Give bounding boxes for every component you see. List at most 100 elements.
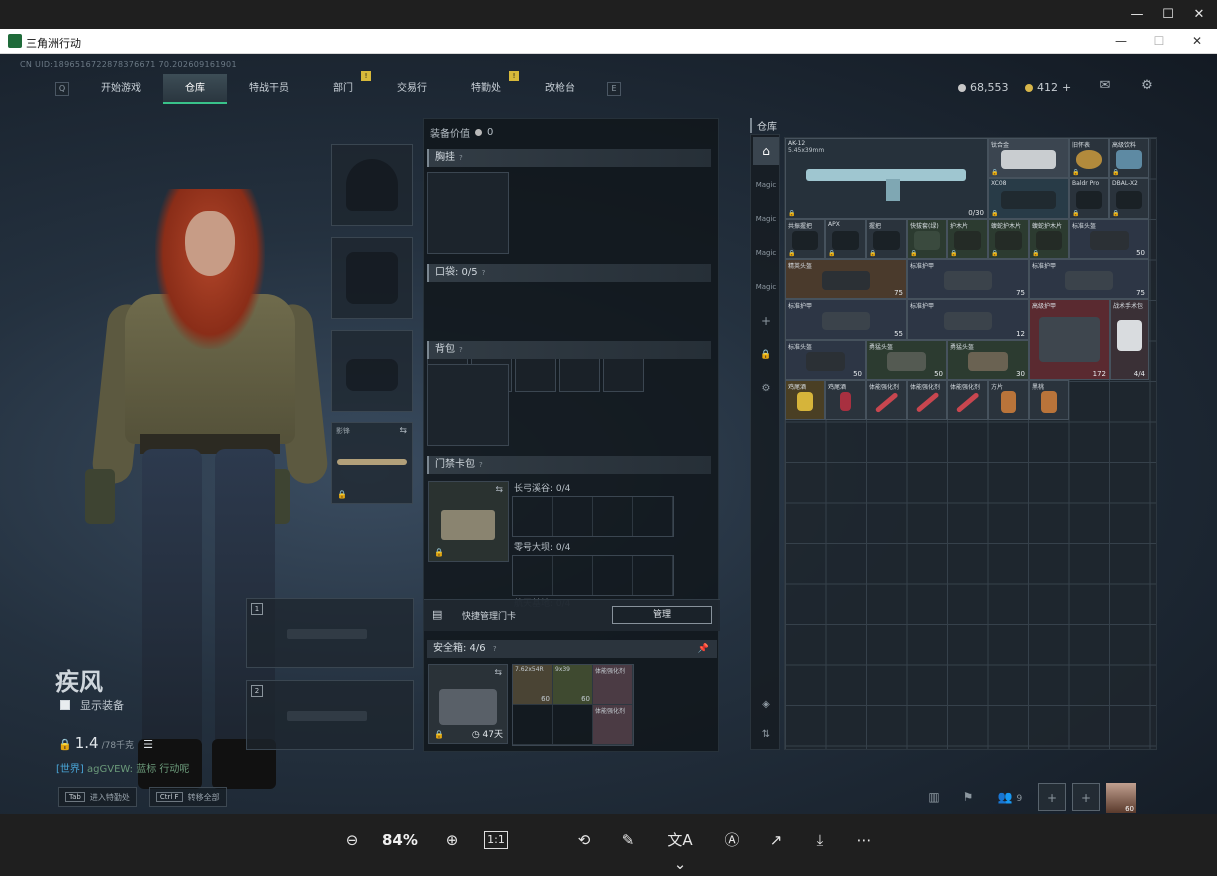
ammo-item[interactable]: 9x39 60 [553,665,593,705]
attachment-item[interactable]: 快拔套(绿) 🔒 [907,219,947,259]
armor-item[interactable]: 标准护甲 75 [1029,259,1149,299]
sort-icon[interactable]: ⇅ [753,721,779,749]
text-scan-icon[interactable]: Ⓐ [720,828,744,852]
mail-icon[interactable]: ✉ [1095,78,1115,96]
zoom-out-icon[interactable]: ⊖ [340,828,364,852]
attachment-item[interactable]: DBAL-X2 🔒 [1109,178,1149,219]
chest-rig-slot[interactable] [427,172,509,254]
consumable-item[interactable]: 高级饮料 🔒 [1109,138,1149,178]
gear-icon[interactable]: ⚙ [1137,78,1157,96]
tab-special-ops[interactable]: 特勤处! [449,71,523,104]
stim-item[interactable]: 体能强化剂 [593,665,633,705]
backpack-slot[interactable] [427,364,509,446]
maximize-icon[interactable]: ☐ [1151,0,1185,29]
material-item[interactable]: 钛合金 🔒 [988,138,1069,178]
attachment-item[interactable]: 握把 🔒 [866,219,907,259]
attachment-item[interactable]: 护木片 🔒 [947,219,988,259]
ammo-item[interactable]: 7.62x54R 60 [513,665,553,705]
drink-item[interactable]: 鸡尾酒 [785,380,825,420]
armor-item[interactable]: 标准护甲 12 [907,299,1029,340]
tab-trade[interactable]: 交易行 [375,74,449,104]
close-icon[interactable]: ✕ [1182,0,1216,29]
pin-icon[interactable]: 📌 [698,640,709,658]
helmet-item[interactable]: 精英头盔 75 [785,259,907,299]
flag-icon[interactable]: ⚑ [954,783,982,811]
empty-slot[interactable] [553,705,593,745]
minimize-icon[interactable]: — [1120,0,1154,29]
attachment-item[interactable]: 共振握把 🔒 [785,219,825,259]
attachment-item[interactable]: 蝮蛇护木片 🔒 [988,219,1029,259]
armor-item[interactable]: 标准护甲 75 [907,259,1029,299]
stim-item[interactable]: 体能强化剂 [866,380,907,420]
swap-icon[interactable]: ⇆ [399,426,407,436]
key-zone-grid[interactable] [512,496,674,537]
safe-box-slot[interactable]: ⇆ 🔒 ◷ 47天 [428,664,508,744]
app-close-icon[interactable]: ✕ [1178,29,1216,54]
nav-prev-key[interactable]: Q [55,82,69,96]
primary-weapon-slot-1[interactable]: 1 [246,598,414,668]
hotkey-special-ops[interactable]: Tab 进入特勤处 [58,787,137,807]
world-chat[interactable]: [世界] agGVEW: 蓝标 行动呢 [56,760,189,775]
helmet-item[interactable]: 勇猛头盔 50 [866,340,947,380]
stim-item[interactable]: 体能强化剂 [907,380,947,420]
attachment-item[interactable]: 蝮蛇护木片 🔒 [1029,219,1069,259]
tab-gunsmith[interactable]: 改枪台 [523,74,597,104]
friends-button[interactable]: 👥 9 [988,783,1032,811]
help-icon[interactable]: ? [493,645,497,653]
tab-warehouse[interactable]: 仓库 [163,74,227,104]
stim-item[interactable]: 体能强化剂 [947,380,988,420]
lock-icon[interactable]: 🔒 [753,341,779,369]
manage-button[interactable]: 管理 [612,606,712,624]
app-maximize-icon[interactable]: ☐ [1140,29,1178,54]
translate-icon[interactable]: 文A ⌄ [660,828,700,873]
list-icon[interactable]: ☰ [143,738,153,751]
primary-weapon-slot-2[interactable]: 2 [246,680,414,750]
show-equipment-toggle[interactable]: 显示装备 [60,697,124,713]
layers-icon[interactable]: ◈ [753,691,779,719]
pistol-slot[interactable] [331,330,413,412]
card-item[interactable]: 方片 [988,380,1029,420]
scope-item[interactable]: XC08 🔒 [988,178,1069,219]
add-gold-button[interactable]: + [1062,81,1071,94]
share-icon[interactable]: ↗ [764,828,788,852]
avatar[interactable]: 60 [1106,783,1136,813]
actual-size-button[interactable]: 1:1 [484,831,508,849]
card-item[interactable]: 黑桃 [1029,380,1069,420]
gold-currency[interactable]: 412 + [1025,81,1071,94]
attachment-item[interactable]: APX 🔒 [825,219,866,259]
invite-slot-button[interactable]: + [1072,783,1100,811]
edit-icon[interactable]: ✎ [616,828,640,852]
checkbox-icon[interactable] [60,700,70,710]
invite-slot-button[interactable]: + [1038,783,1066,811]
zoom-in-icon[interactable]: ⊕ [440,828,464,852]
add-tab-icon[interactable]: + [753,307,779,335]
armor-slot[interactable] [331,237,413,319]
drink-item[interactable]: 鸡尾酒 [825,380,866,420]
swap-icon[interactable]: ⇆ [494,668,502,678]
warehouse-tab[interactable]: Magic [753,171,779,199]
stats-icon[interactable]: ▥ [920,783,948,811]
armor-item[interactable]: 高级护甲 172 [1029,299,1110,380]
empty-slot[interactable] [513,705,553,745]
armor-item[interactable]: 标准护甲 55 [785,299,907,340]
swap-icon[interactable]: ⇆ [495,485,503,495]
settings-icon[interactable]: ⚙ [753,375,779,403]
tab-department[interactable]: 部门! [311,71,375,104]
nav-next-key[interactable]: E [607,82,621,96]
attachment-item[interactable]: Baldr Pro 🔒 [1069,178,1109,219]
rotate-icon[interactable]: ⟲ [572,828,596,852]
warehouse-tab[interactable]: Magic [753,239,779,267]
weapon-item[interactable]: AK-12 5.45x39mm 0/30 🔒 [785,138,988,219]
helmet-item[interactable]: 标准头盔 50 [1069,219,1149,259]
collectible-item[interactable]: 旧怀表 🔒 [1069,138,1109,178]
stim-item[interactable]: 体能强化剂 [593,705,633,745]
helmet-item[interactable]: 勇猛头盔 30 [947,340,1029,380]
warehouse-tab[interactable]: Magic [753,273,779,301]
melee-slot[interactable]: 影锋 ⇆ 🔒 [331,422,413,504]
helmet-item[interactable]: 标准头盔 50 [785,340,866,380]
more-icon[interactable]: ⋯ [852,828,876,852]
key-zone-grid[interactable] [512,555,674,596]
helmet-slot[interactable] [331,144,413,226]
tab-operators[interactable]: 特战干员 [227,74,311,104]
download-icon[interactable]: ⤓ [808,828,832,852]
